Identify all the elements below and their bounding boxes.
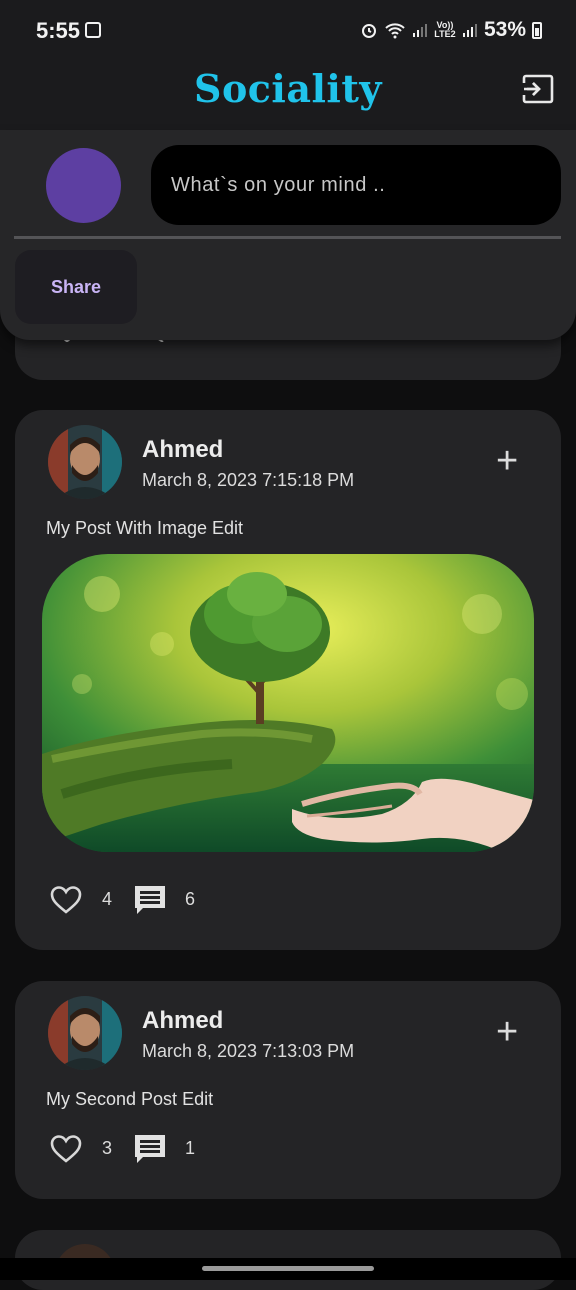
composer-divider <box>14 236 561 239</box>
user-avatar[interactable] <box>46 148 121 223</box>
like-count: 3 <box>102 1138 113 1158</box>
home-gesture-handle[interactable] <box>202 1266 374 1271</box>
post-composer: Share <box>0 130 576 340</box>
status-icons: Vo)) LTE2 53% <box>360 18 542 42</box>
system-nav-bar <box>0 1258 576 1280</box>
alarm-icon <box>361 24 376 38</box>
post-text: My Second Post Edit <box>46 1089 214 1109</box>
wifi-icon <box>385 23 405 39</box>
battery-percent: 53% <box>483 18 526 41</box>
author-avatar[interactable] <box>48 425 122 499</box>
comment-icon[interactable] <box>133 1133 167 1165</box>
post-date: March 8, 2023 7:13:03 PM <box>142 1041 355 1061</box>
add-button[interactable]: + <box>496 1013 518 1051</box>
app-title: Sociality <box>194 66 382 111</box>
battery-icon <box>532 21 542 39</box>
comment-count: 1 <box>185 1138 196 1158</box>
post-image[interactable] <box>42 554 534 852</box>
lte-label: Vo)) LTE2 <box>434 20 456 39</box>
post-input[interactable] <box>151 145 561 225</box>
gallery-notification-icon <box>85 22 101 38</box>
comment-icon[interactable] <box>133 884 167 916</box>
author-avatar[interactable] <box>48 996 122 1070</box>
post-date: March 8, 2023 7:15:18 PM <box>142 470 355 490</box>
share-button[interactable]: Share <box>15 250 137 324</box>
like-heart-icon[interactable] <box>50 1134 82 1164</box>
like-count: 4 <box>102 889 113 909</box>
like-heart-icon[interactable] <box>50 885 82 915</box>
comment-count: 6 <box>185 889 196 909</box>
add-button[interactable]: + <box>496 442 518 480</box>
cell-signal-icon-2 <box>462 24 477 37</box>
post-card: Ahmed March 8, 2023 7:15:18 PM + My Post… <box>15 410 561 950</box>
app-bar: Sociality <box>0 60 576 130</box>
post-text: My Post With Image Edit <box>46 518 244 538</box>
status-bar: 5:55 Vo)) LTE2 53% <box>0 0 576 60</box>
status-time: 5:55 <box>36 18 81 43</box>
post-card: Ahmed March 8, 2023 7:13:03 PM + My Seco… <box>15 981 561 1199</box>
author-name[interactable]: Ahmed <box>142 436 223 464</box>
logout-icon[interactable] <box>522 74 554 104</box>
author-name[interactable]: Ahmed <box>142 1007 223 1035</box>
cell-signal-icon <box>412 24 427 37</box>
